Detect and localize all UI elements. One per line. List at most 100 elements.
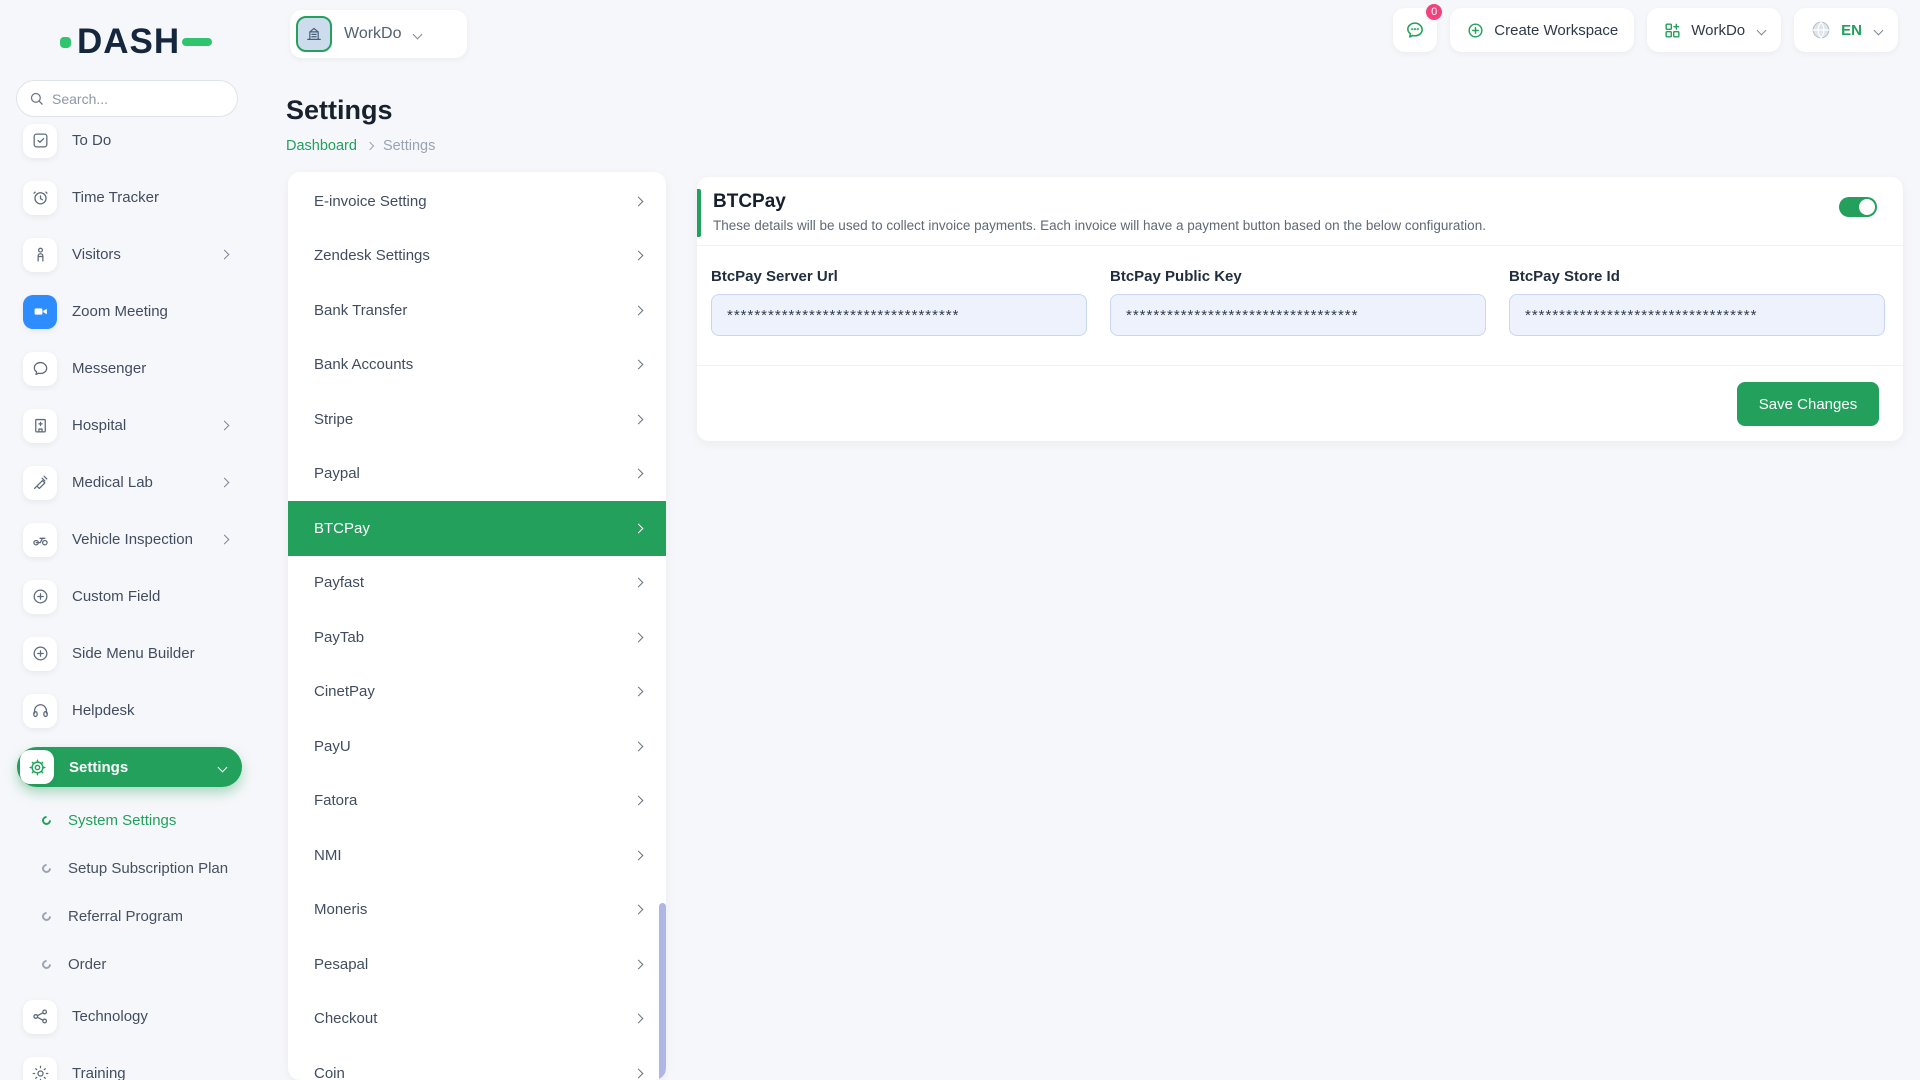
sidebar-item-technology[interactable]: Technology — [0, 988, 256, 1045]
btcpay-store-id-input[interactable] — [1509, 294, 1885, 336]
chevron-right-icon — [634, 469, 644, 479]
settings-item-zendesk[interactable]: Zendesk Settings — [288, 229, 666, 284]
chevron-right-icon — [634, 251, 644, 261]
create-workspace-button[interactable]: Create Workspace — [1450, 8, 1634, 52]
sidebar-item-label: Vehicle Inspection — [72, 531, 193, 548]
btcpay-panel-description: These details will be used to collect in… — [713, 218, 1879, 233]
btcpay-enabled-toggle[interactable] — [1839, 197, 1877, 217]
chevron-right-icon — [634, 1014, 644, 1024]
chevron-right-icon — [634, 796, 644, 806]
btcpay-form: BtcPay Server Url BtcPay Public Key BtcP… — [697, 246, 1903, 336]
chevron-right-icon — [634, 905, 644, 915]
chat-bubble-icon — [1404, 19, 1426, 41]
create-workspace-label: Create Workspace — [1494, 22, 1618, 39]
chevron-right-icon — [634, 523, 644, 533]
settings-item-coin[interactable]: Coin — [288, 1046, 666, 1080]
sidebar-item-medical-lab[interactable]: Medical Lab — [0, 454, 256, 511]
settings-item-bank-accounts[interactable]: Bank Accounts — [288, 338, 666, 393]
btcpay-server-url-input[interactable] — [711, 294, 1087, 336]
sidebar-item-helpdesk[interactable]: Helpdesk — [0, 682, 256, 739]
sidebar-item-label: Zoom Meeting — [72, 303, 168, 320]
workspace-name: WorkDo — [344, 25, 402, 43]
settings-item-cinetpay[interactable]: CinetPay — [288, 665, 666, 720]
chevron-right-icon — [634, 414, 644, 424]
btcpay-panel-footer: Save Changes — [697, 365, 1903, 441]
video-camera-icon — [23, 295, 57, 329]
settings-item-btcpay[interactable]: BTCPay — [288, 501, 666, 556]
logo-accent-bar — [182, 38, 212, 46]
sidebar-item-label: Hospital — [72, 417, 126, 434]
search-input[interactable] — [52, 91, 212, 107]
brand-logo[interactable]: DASH — [60, 22, 212, 62]
scrollbar-thumb[interactable] — [659, 903, 666, 1080]
sidebar-item-visitors[interactable]: Visitors — [0, 226, 256, 283]
globe-icon — [1810, 19, 1832, 41]
chevron-right-icon — [634, 687, 644, 697]
sidebar-item-custom-field[interactable]: Custom Field — [0, 568, 256, 625]
field-store-id: BtcPay Store Id — [1509, 268, 1885, 336]
chevron-right-icon — [220, 478, 230, 488]
breadcrumb-dashboard-link[interactable]: Dashboard — [286, 138, 357, 154]
chevron-right-icon — [634, 578, 644, 588]
language-code: EN — [1841, 22, 1862, 39]
chevron-down-icon — [1757, 25, 1767, 35]
sidebar-subitem-setup-subscription-plan[interactable]: Setup Subscription Plan — [0, 844, 256, 892]
breadcrumb: Dashboard Settings — [286, 138, 435, 154]
settings-item-paypal[interactable]: Paypal — [288, 447, 666, 502]
sidebar-item-hospital[interactable]: Hospital — [0, 397, 256, 454]
save-changes-button[interactable]: Save Changes — [1737, 382, 1879, 426]
chevron-right-icon — [634, 850, 644, 860]
sidebar-item-side-menu-builder[interactable]: Side Menu Builder — [0, 625, 256, 682]
settings-item-bank-transfer[interactable]: Bank Transfer — [288, 283, 666, 338]
btcpay-panel-title: BTCPay — [713, 191, 1879, 213]
target-icon — [23, 1057, 57, 1080]
sidebar-subitem-referral-program[interactable]: Referral Program — [0, 892, 256, 940]
sidebar-subitem-system-settings[interactable]: System Settings — [0, 796, 256, 844]
sidebar-item-training[interactable]: Training — [0, 1045, 256, 1080]
chevron-right-icon — [634, 360, 644, 370]
app-root: DASH To Do Time Tracker Visitors — [0, 0, 1920, 1080]
sidebar-item-label: Medical Lab — [72, 474, 153, 491]
settings-item-stripe[interactable]: Stripe — [288, 392, 666, 447]
sidebar-subitem-label: Referral Program — [68, 908, 183, 925]
sidebar-subitem-label: Order — [68, 956, 106, 973]
language-selector[interactable]: EN — [1794, 8, 1898, 52]
workspace-building-icon — [296, 16, 332, 52]
chevron-right-icon — [366, 142, 374, 150]
field-public-key: BtcPay Public Key — [1110, 268, 1486, 336]
settings-item-payu[interactable]: PayU — [288, 719, 666, 774]
settings-item-nmi[interactable]: NMI — [288, 828, 666, 883]
sidebar-item-label: Training — [72, 1065, 126, 1080]
sidebar-item-time-tracker[interactable]: Time Tracker — [0, 169, 256, 226]
chevron-down-icon — [1874, 25, 1884, 35]
panel-accent-bar — [697, 189, 701, 237]
sidebar-item-messenger[interactable]: Messenger — [0, 340, 256, 397]
sidebar-subitem-order[interactable]: Order — [0, 940, 256, 988]
chevron-right-icon — [634, 1068, 644, 1078]
syringe-icon — [23, 466, 57, 500]
sidebar-item-zoom-meeting[interactable]: Zoom Meeting — [0, 283, 256, 340]
workspace-switcher[interactable]: WorkDo — [1647, 8, 1781, 52]
settings-item-paytab[interactable]: PayTab — [288, 610, 666, 665]
settings-item-payfast[interactable]: Payfast — [288, 556, 666, 611]
settings-item-checkout[interactable]: Checkout — [288, 992, 666, 1047]
messages-button[interactable]: 0 — [1393, 8, 1437, 52]
sidebar-item-label: Messenger — [72, 360, 146, 377]
field-server-url: BtcPay Server Url — [711, 268, 1087, 336]
logo-accent-dot — [60, 37, 71, 48]
btcpay-public-key-input[interactable] — [1110, 294, 1486, 336]
sidebar-item-todo[interactable]: To Do — [0, 112, 256, 169]
logo-text: DASH — [77, 22, 180, 62]
plus-circle-icon — [23, 580, 57, 614]
settings-item-fatora[interactable]: Fatora — [288, 774, 666, 829]
submenu-bullet-icon — [40, 910, 53, 923]
settings-item-pesapal[interactable]: Pesapal — [288, 937, 666, 992]
chevron-right-icon — [634, 305, 644, 315]
breadcrumb-current: Settings — [383, 138, 435, 154]
workspace-selector[interactable]: WorkDo — [290, 10, 467, 58]
sidebar-item-vehicle-inspection[interactable]: Vehicle Inspection — [0, 511, 256, 568]
sidebar-item-settings[interactable]: Settings — [17, 747, 242, 787]
settings-item-e-invoice[interactable]: E-invoice Setting — [288, 174, 666, 229]
settings-item-moneris[interactable]: Moneris — [288, 883, 666, 938]
plus-circle-icon — [1466, 21, 1485, 40]
